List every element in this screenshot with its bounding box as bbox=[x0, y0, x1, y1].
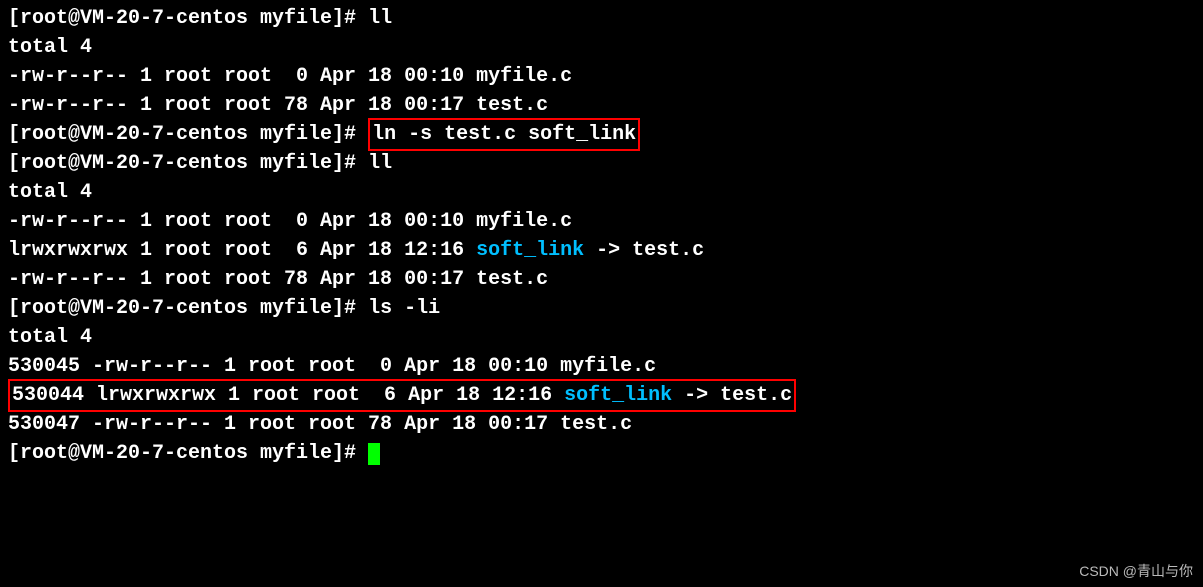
file-entry-inode: 530047 -rw-r--r-- 1 root root 78 Apr 18 … bbox=[8, 410, 1195, 439]
file-entry: -rw-r--r-- 1 root root 78 Apr 18 00:17 t… bbox=[8, 91, 1195, 120]
symlink-perms: 530044 lrwxrwxrwx 1 root root 6 Apr 18 1… bbox=[12, 384, 564, 407]
highlight-box: ln -s test.c soft_link bbox=[368, 118, 640, 151]
terminal-line[interactable]: [root@VM-20-7-centos myfile]# bbox=[8, 439, 1195, 468]
symlink-target: -> test.c bbox=[584, 239, 704, 262]
output-total: total 4 bbox=[8, 323, 1195, 352]
shell-prompt: [root@VM-20-7-centos myfile]# bbox=[8, 152, 368, 175]
symlink-name: soft_link bbox=[476, 239, 584, 262]
terminal-line: [root@VM-20-7-centos myfile]# ln -s test… bbox=[8, 120, 1195, 149]
file-entry: -rw-r--r-- 1 root root 78 Apr 18 00:17 t… bbox=[8, 265, 1195, 294]
terminal-line: [root@VM-20-7-centos myfile]# ll bbox=[8, 4, 1195, 33]
file-entry: -rw-r--r-- 1 root root 0 Apr 18 00:10 my… bbox=[8, 207, 1195, 236]
shell-prompt: [root@VM-20-7-centos myfile]# bbox=[8, 123, 368, 146]
terminal-line: [root@VM-20-7-centos myfile]# ls -li bbox=[8, 294, 1195, 323]
shell-prompt: [root@VM-20-7-centos myfile]# bbox=[8, 297, 368, 320]
shell-prompt: [root@VM-20-7-centos myfile]# bbox=[8, 442, 368, 465]
symlink-entry-inode: 530044 lrwxrwxrwx 1 root root 6 Apr 18 1… bbox=[8, 381, 1195, 410]
cursor-block bbox=[368, 443, 380, 465]
command-text: ll bbox=[368, 7, 392, 30]
symlink-target: -> test.c bbox=[672, 384, 792, 407]
command-text: ll bbox=[368, 152, 392, 175]
terminal-line: [root@VM-20-7-centos myfile]# ll bbox=[8, 149, 1195, 178]
output-total: total 4 bbox=[8, 178, 1195, 207]
command-text: ls -li bbox=[368, 297, 440, 320]
shell-prompt: [root@VM-20-7-centos myfile]# bbox=[8, 7, 368, 30]
watermark-text: CSDN @青山与你 bbox=[1079, 561, 1193, 581]
file-entry: -rw-r--r-- 1 root root 0 Apr 18 00:10 my… bbox=[8, 62, 1195, 91]
output-total: total 4 bbox=[8, 33, 1195, 62]
highlight-box: 530044 lrwxrwxrwx 1 root root 6 Apr 18 1… bbox=[8, 379, 796, 412]
symlink-name: soft_link bbox=[564, 384, 672, 407]
symlink-perms: lrwxrwxrwx 1 root root 6 Apr 18 12:16 bbox=[8, 239, 476, 262]
file-entry-inode: 530045 -rw-r--r-- 1 root root 0 Apr 18 0… bbox=[8, 352, 1195, 381]
command-text: ln -s test.c soft_link bbox=[372, 123, 636, 146]
symlink-entry: lrwxrwxrwx 1 root root 6 Apr 18 12:16 so… bbox=[8, 236, 1195, 265]
